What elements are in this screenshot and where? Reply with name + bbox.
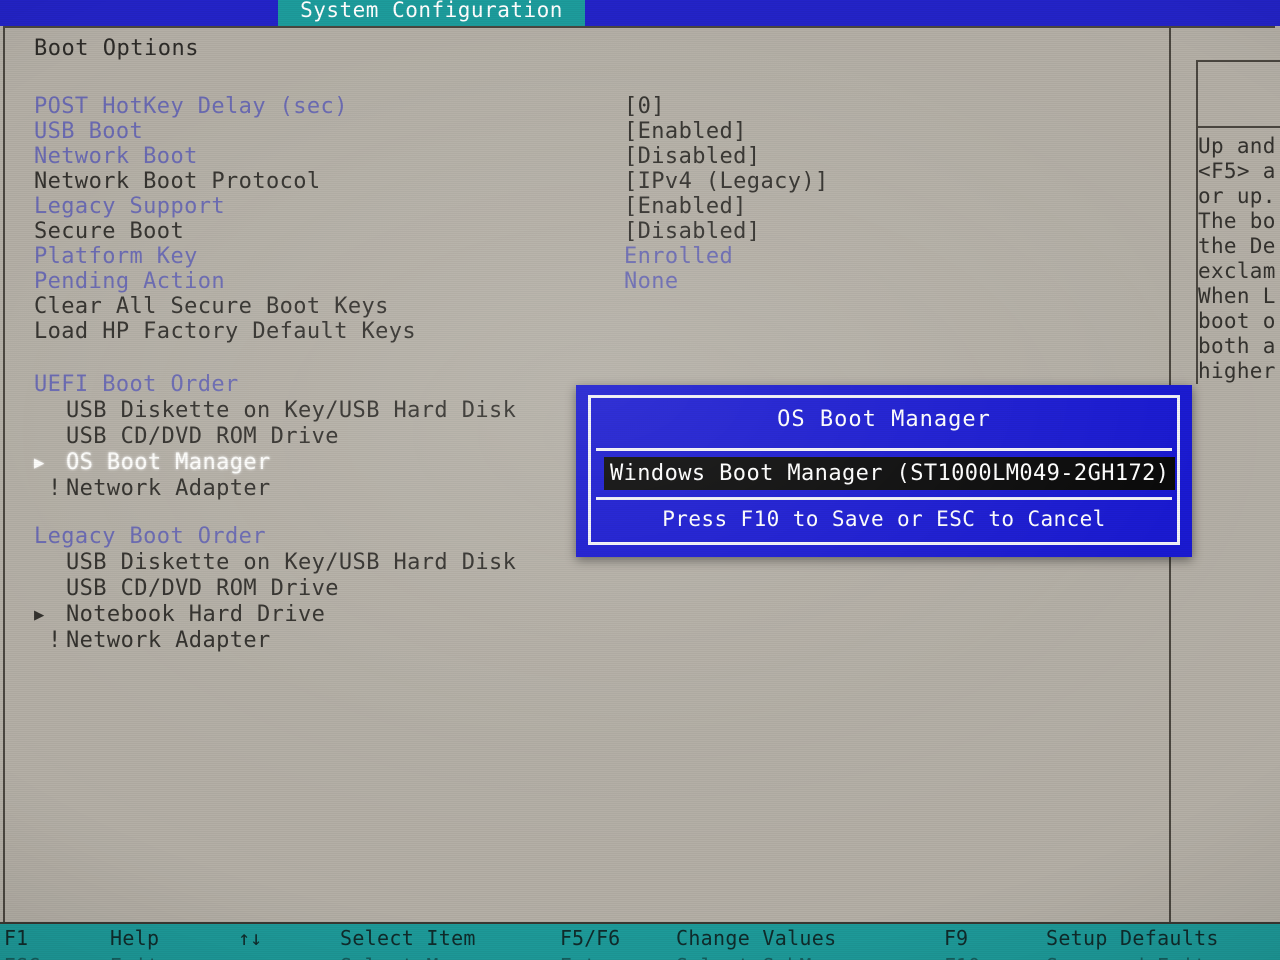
tab-system-configuration[interactable]: System Configuration (278, 0, 585, 26)
shortcut-key: F5/F6 (560, 926, 621, 950)
shortcut-key: F10 (944, 954, 980, 960)
shortcut-action: Select Menu (340, 954, 476, 960)
tab-strip-right[interactable] (585, 0, 1280, 26)
shortcut-action: Help (110, 926, 160, 950)
os-boot-manager-dialog: OS Boot Manager Windows Boot Manager (ST… (576, 385, 1192, 557)
dialog-rule-top (596, 448, 1172, 451)
option-row[interactable]: Secure Boot [Disabled] (34, 219, 1134, 244)
help-line: Up and (1198, 134, 1276, 158)
boot-order-item-label: USB Diskette on Key/USB Hard Disk (66, 398, 517, 423)
shortcut-key: F1 (4, 926, 29, 950)
help-line: both a (1198, 334, 1276, 358)
option-row[interactable]: Network Boot Protocol [IPv4 (Legacy)] (34, 169, 1134, 194)
expand-arrow-icon: ▶ (34, 605, 45, 625)
option-row[interactable]: Clear All Secure Boot Keys (34, 294, 1134, 319)
help-line: exclam (1198, 259, 1276, 283)
menu-tab-bar: System Configuration (0, 0, 1280, 26)
tab-strip-left[interactable] (0, 0, 278, 26)
help-line: The bo (1198, 209, 1276, 233)
option-row[interactable]: Load HP Factory Default Keys (34, 319, 1134, 344)
dialog-title: OS Boot Manager (777, 407, 991, 432)
dialog-hint-text: Press F10 to Save or ESC to Cancel (662, 507, 1106, 531)
help-line: boot o (1198, 309, 1276, 333)
option-row[interactable]: Platform Key Enrolled (34, 244, 1134, 269)
help-pane-rule (1198, 126, 1280, 128)
help-line: higher (1198, 359, 1276, 383)
shortcut-key: ESC (4, 954, 40, 960)
boot-order-item[interactable]: ! Network Adapter (34, 628, 1134, 654)
option-row[interactable]: USB Boot [Enabled] (34, 119, 1134, 144)
shortcut-key: ↑↓ (238, 926, 263, 950)
boot-order-item-label: OS Boot Manager (66, 450, 271, 475)
shortcut-action: Save and Exit (1046, 954, 1206, 960)
boot-order-item-label: USB CD/DVD ROM Drive (66, 424, 339, 449)
option-value[interactable]: [Disabled] (624, 219, 760, 244)
shortcut-action: Select▸SubMenu (676, 954, 849, 960)
help-line: <F5> a (1198, 159, 1276, 183)
warning-exclamation-icon: ! (48, 476, 62, 501)
option-row[interactable]: Network Boot [Disabled] (34, 144, 1134, 169)
boot-order-item-label: USB CD/DVD ROM Drive (66, 576, 339, 601)
status-bar-row-1: F1 Help ↑↓ Select Item F5/F6 Change Values F9 S… (0, 926, 1280, 952)
shortcut-action: Exit (110, 954, 159, 960)
boot-order-item-label: Notebook Hard Drive (66, 602, 326, 627)
option-value[interactable]: [Enabled] (624, 194, 747, 219)
expand-arrow-icon: ▶ (34, 453, 45, 473)
option-value[interactable]: Enrolled (624, 244, 733, 269)
shortcut-key: F9 (944, 926, 969, 950)
option-label: Secure Boot (34, 219, 185, 244)
dialog-option-windows-boot-manager[interactable]: Windows Boot Manager (ST1000LM049-2GH172… (604, 457, 1176, 490)
option-label: Clear All Secure Boot Keys (34, 294, 389, 319)
option-label: POST HotKey Delay (sec) (34, 94, 348, 119)
shortcut-action: Select Item (340, 926, 476, 950)
option-label: USB Boot (34, 119, 144, 144)
boot-order-item-label: Network Adapter (66, 476, 271, 501)
help-line: or up. (1198, 184, 1276, 208)
option-label: Platform Key (34, 244, 198, 269)
warning-exclamation-icon: ! (48, 628, 62, 653)
option-label: Network Boot Protocol (34, 169, 321, 194)
option-value[interactable]: [IPv4 (Legacy)] (624, 169, 829, 194)
option-value[interactable]: [0] (624, 94, 665, 119)
option-value[interactable]: None (624, 269, 679, 294)
option-value[interactable]: [Enabled] (624, 119, 747, 144)
status-bar-row-2: ESC Exit ←→ Select Menu Enter Select▸SubMenu F… (0, 954, 1280, 960)
option-value[interactable]: [Disabled] (624, 144, 760, 169)
shortcut-key: ←→ (238, 954, 262, 960)
boot-order-item-label: USB Diskette on Key/USB Hard Disk (66, 550, 517, 575)
dialog-rule-bottom (596, 497, 1172, 500)
boot-options-list: POST HotKey Delay (sec) [0] USB Boot [Enabl… (34, 94, 1134, 344)
option-label: Legacy Support (34, 194, 226, 219)
status-bar: F1 Help ↑↓ Select Item F5/F6 Change Values F9 S… (0, 924, 1280, 960)
help-line: When L (1198, 284, 1276, 308)
help-pane-text: Up and <F5> a or up. The bo the De exclam When… (1198, 134, 1280, 384)
option-label: Load HP Factory Default Keys (34, 319, 417, 344)
shortcut-key: Enter (560, 954, 620, 960)
help-line: the De (1198, 234, 1276, 258)
option-row[interactable]: Legacy Support [Enabled] (34, 194, 1134, 219)
boot-order-item[interactable]: ▶ Notebook Hard Drive (34, 602, 1134, 628)
option-label: Network Boot (34, 144, 198, 169)
option-row[interactable]: Pending Action None (34, 269, 1134, 294)
shortcut-action: Setup Defaults (1046, 926, 1219, 950)
option-label: Pending Action (34, 269, 226, 294)
shortcut-action: Change Values (676, 926, 837, 950)
boot-order-item-label: Network Adapter (66, 628, 271, 653)
option-row[interactable]: POST HotKey Delay (sec) [0] (34, 94, 1134, 119)
boot-order-item[interactable]: USB CD/DVD ROM Drive (34, 576, 1134, 602)
page-title: Boot Options (34, 36, 199, 61)
bios-setup-screen: ...can Megatrends, Inc. System Configura… (0, 0, 1280, 960)
